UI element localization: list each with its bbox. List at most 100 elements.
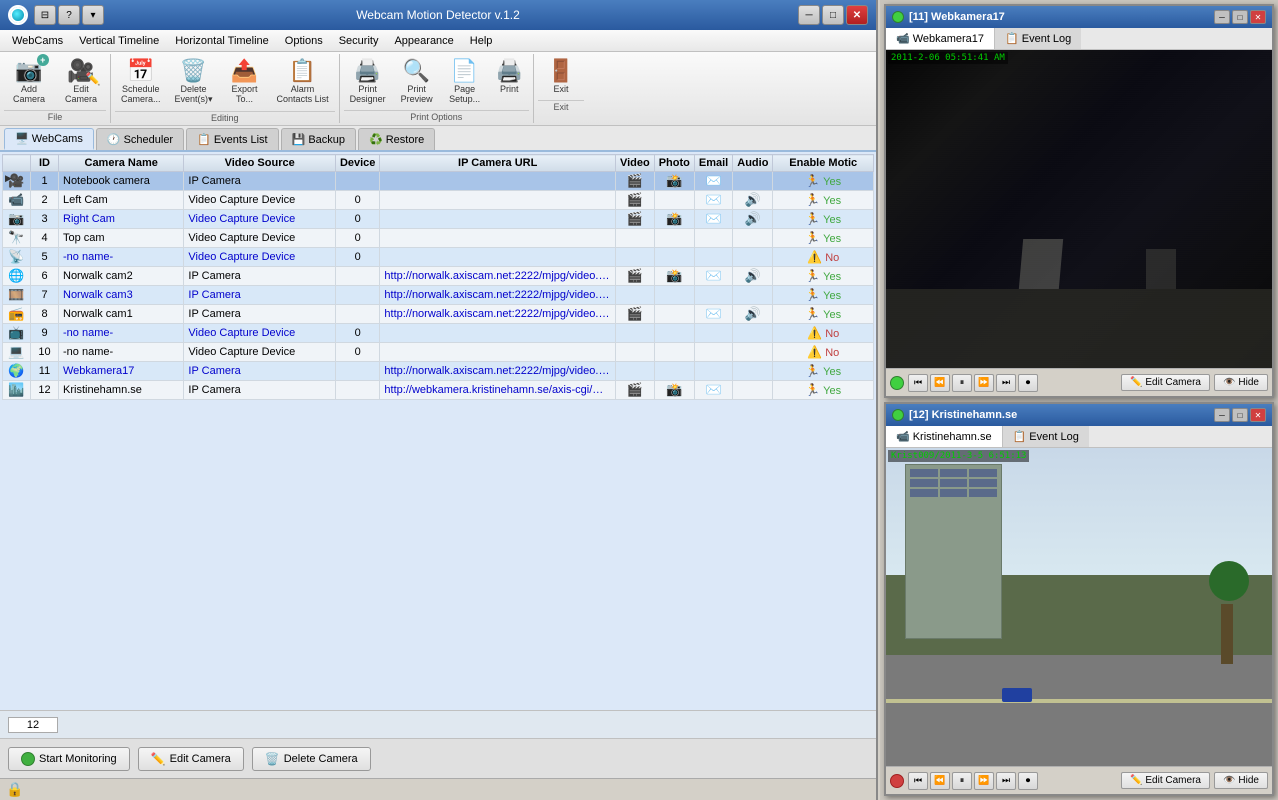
tab-backup[interactable]: 💾 Backup xyxy=(281,128,356,150)
tab-webcams[interactable]: 🖥️ WebCams xyxy=(4,128,94,150)
delete-events-btn[interactable]: 🗑️ DeleteEvent(s)▾ xyxy=(169,54,219,109)
camera-panels: [11] Webkamera17 ─ □ ✕ 📹 Webkamera17 📋 E… xyxy=(880,0,1278,800)
table-row[interactable]: 📷3Right CamVideo Capture Device0🎬📸✉️🔊🏃 Y… xyxy=(3,210,874,229)
edit-camera-footer-btn[interactable]: ✏️ Edit Camera xyxy=(138,747,244,771)
system-menu-btn[interactable]: ⊟ xyxy=(34,5,56,25)
col-email[interactable]: Email xyxy=(694,155,732,172)
cam11-hide-btn[interactable]: 👁️ Hide xyxy=(1214,374,1268,391)
menu-vertical-timeline[interactable]: Vertical Timeline xyxy=(71,33,167,49)
cam-row-device: 0 xyxy=(335,229,379,248)
print-btn[interactable]: 🖨️ Print xyxy=(490,54,529,108)
minimize-btn[interactable]: ─ xyxy=(798,5,820,25)
cam12-restore-btn[interactable]: □ xyxy=(1232,408,1248,422)
exit-btn[interactable]: 🚪 Exit xyxy=(538,54,584,98)
cam11-btn-rew[interactable]: ⏮ xyxy=(908,374,928,392)
tab-events-list[interactable]: 📋 Events List xyxy=(186,128,279,150)
col-video[interactable]: Video xyxy=(615,155,654,172)
cam-row-name: -no name- xyxy=(59,343,184,362)
menu-security[interactable]: Security xyxy=(331,33,387,49)
print-preview-btn[interactable]: 🔍 PrintPreview xyxy=(394,54,440,108)
print-designer-btn[interactable]: 🖨️ PrintDesigner xyxy=(344,54,392,108)
cam-row-id: 1 xyxy=(31,172,59,191)
menu-webcams[interactable]: WebCams xyxy=(4,33,71,49)
menu-help[interactable]: Help xyxy=(462,33,501,49)
cam12-tab-camera[interactable]: 📹 Kristinehamn.se xyxy=(886,426,1003,447)
cam12-minimize-btn[interactable]: ─ xyxy=(1214,408,1230,422)
table-row[interactable]: ▶🎥1Notebook cameraIP Camera🎬📸✉️🏃 Yes xyxy=(3,172,874,191)
cam12-btn-pause[interactable]: ⏸ xyxy=(952,772,972,790)
cam11-restore-btn[interactable]: □ xyxy=(1232,10,1248,24)
cam12-close-btn[interactable]: ✕ xyxy=(1250,408,1266,422)
cam12-btn-fwd[interactable]: ⏭ xyxy=(996,772,1016,790)
add-camera-btn[interactable]: 📷 + AddCamera xyxy=(4,54,54,108)
table-row[interactable]: 📡5-no name-Video Capture Device0⚠️ No xyxy=(3,248,874,267)
cam12-edit-btn[interactable]: ✏️ Edit Camera xyxy=(1121,772,1210,789)
status-bar: 🔒 xyxy=(0,778,876,800)
cam12-btn-rec[interactable]: ⏺ xyxy=(1018,772,1038,790)
table-row[interactable]: 🔭4Top camVideo Capture Device0🏃 Yes xyxy=(3,229,874,248)
menu-options[interactable]: Options xyxy=(277,33,331,49)
cam-row-motion: ⚠️ No xyxy=(773,324,874,343)
cam11-tab-camera[interactable]: 📹 Webkamera17 xyxy=(886,28,995,49)
col-id[interactable]: ID xyxy=(31,155,59,172)
col-audio[interactable]: Audio xyxy=(733,155,773,172)
cam11-close-btn[interactable]: ✕ xyxy=(1250,10,1266,24)
help-btn[interactable]: ? xyxy=(58,5,80,25)
cam12-hide-btn[interactable]: 👁️ Hide xyxy=(1214,772,1268,789)
col-motion[interactable]: Enable Motic xyxy=(773,155,874,172)
cam11-btn-pause[interactable]: ⏸ xyxy=(952,374,972,392)
cam12-btn-next[interactable]: ⏩ xyxy=(974,772,994,790)
cam12-tab-events[interactable]: 📋 Event Log xyxy=(1003,426,1089,447)
alarm-contacts-btn[interactable]: 📋 AlarmContacts List xyxy=(271,54,335,109)
export-to-btn[interactable]: 📤 ExportTo... xyxy=(221,54,269,109)
cam11-btn-prev[interactable]: ⏪ xyxy=(930,374,950,392)
cam11-footer-led xyxy=(890,376,904,390)
table-row[interactable]: 🌐6Norwalk cam2IP Camerahttp://norwalk.ax… xyxy=(3,267,874,286)
cam11-btn-fwd[interactable]: ⏭ xyxy=(996,374,1016,392)
camera-window-12: [12] Kristinehamn.se ─ □ ✕ 📹 Kristineham… xyxy=(884,402,1274,796)
dropdown-btn[interactable]: ▾ xyxy=(82,5,104,25)
start-monitoring-btn[interactable]: Start Monitoring xyxy=(8,747,130,771)
table-row[interactable]: 📺9-no name-Video Capture Device0⚠️ No xyxy=(3,324,874,343)
cam-row-name: Webkamera17 xyxy=(59,362,184,381)
restore-btn[interactable]: □ xyxy=(822,5,844,25)
schedule-camera-btn[interactable]: 📅 ScheduleCamera... xyxy=(115,54,167,109)
cam11-tab-events[interactable]: 📋 Event Log xyxy=(995,28,1081,49)
cam-row-audio: 🔊 xyxy=(733,305,773,324)
table-row[interactable]: 💻10-no name-Video Capture Device0⚠️ No xyxy=(3,343,874,362)
col-photo[interactable]: Photo xyxy=(654,155,694,172)
edit-camera-btn[interactable]: 🎥 ✏️ EditCamera xyxy=(56,54,106,108)
cam11-btn-rec[interactable]: ⏺ xyxy=(1018,374,1038,392)
tab-scheduler[interactable]: 🕐 Scheduler xyxy=(96,128,184,150)
cam11-btn-next[interactable]: ⏩ xyxy=(974,374,994,392)
cam-row-thumb: 📷 xyxy=(3,210,31,229)
cam-row-name: -no name- xyxy=(59,248,184,267)
menu-appearance[interactable]: Appearance xyxy=(386,33,461,49)
table-row[interactable]: 🎞️7Norwalk cam3IP Camerahttp://norwalk.a… xyxy=(3,286,874,305)
page-setup-btn[interactable]: 📄 PageSetup... xyxy=(442,54,488,108)
cam-row-device xyxy=(335,267,379,286)
table-row[interactable]: 📹2Left CamVideo Capture Device0🎬✉️🔊🏃 Yes xyxy=(3,191,874,210)
cam12-btn-rew[interactable]: ⏮ xyxy=(908,772,928,790)
menu-horizontal-timeline[interactable]: Horizontal Timeline xyxy=(167,33,277,49)
col-name[interactable]: Camera Name xyxy=(59,155,184,172)
close-btn[interactable]: ✕ xyxy=(846,5,868,25)
col-source[interactable]: Video Source xyxy=(184,155,336,172)
cam12-footer: ⏮ ⏪ ⏸ ⏩ ⏭ ⏺ ✏️ Edit Camera 👁️ Hide xyxy=(886,766,1272,794)
delete-camera-footer-btn[interactable]: 🗑️ Delete Camera xyxy=(252,747,371,771)
title-bar: ⊟ ? ▾ Webcam Motion Detector v.1.2 ─ □ ✕ xyxy=(0,0,876,30)
cam11-minimize-btn[interactable]: ─ xyxy=(1214,10,1230,24)
cam11-action-btns: ✏️ Edit Camera 👁️ Hide xyxy=(1121,374,1268,391)
col-device[interactable]: Device xyxy=(335,155,379,172)
camera-count-field[interactable] xyxy=(8,717,58,733)
table-row[interactable]: 🏙️12Kristinehamn.seIP Camerahttp://webka… xyxy=(3,381,874,400)
cam-row-device xyxy=(335,172,379,191)
cam12-btn-prev[interactable]: ⏪ xyxy=(930,772,950,790)
table-row[interactable]: 🌍11Webkamera17IP Camerahttp://norwalk.ax… xyxy=(3,362,874,381)
col-url[interactable]: IP Camera URL xyxy=(380,155,616,172)
cam-row-id: 7 xyxy=(31,286,59,305)
cam11-edit-btn[interactable]: ✏️ Edit Camera xyxy=(1121,374,1210,391)
cam-row-audio xyxy=(733,229,773,248)
table-row[interactable]: 📻8Norwalk cam1IP Camerahttp://norwalk.ax… xyxy=(3,305,874,324)
tab-restore[interactable]: ♻️ Restore xyxy=(358,128,435,150)
